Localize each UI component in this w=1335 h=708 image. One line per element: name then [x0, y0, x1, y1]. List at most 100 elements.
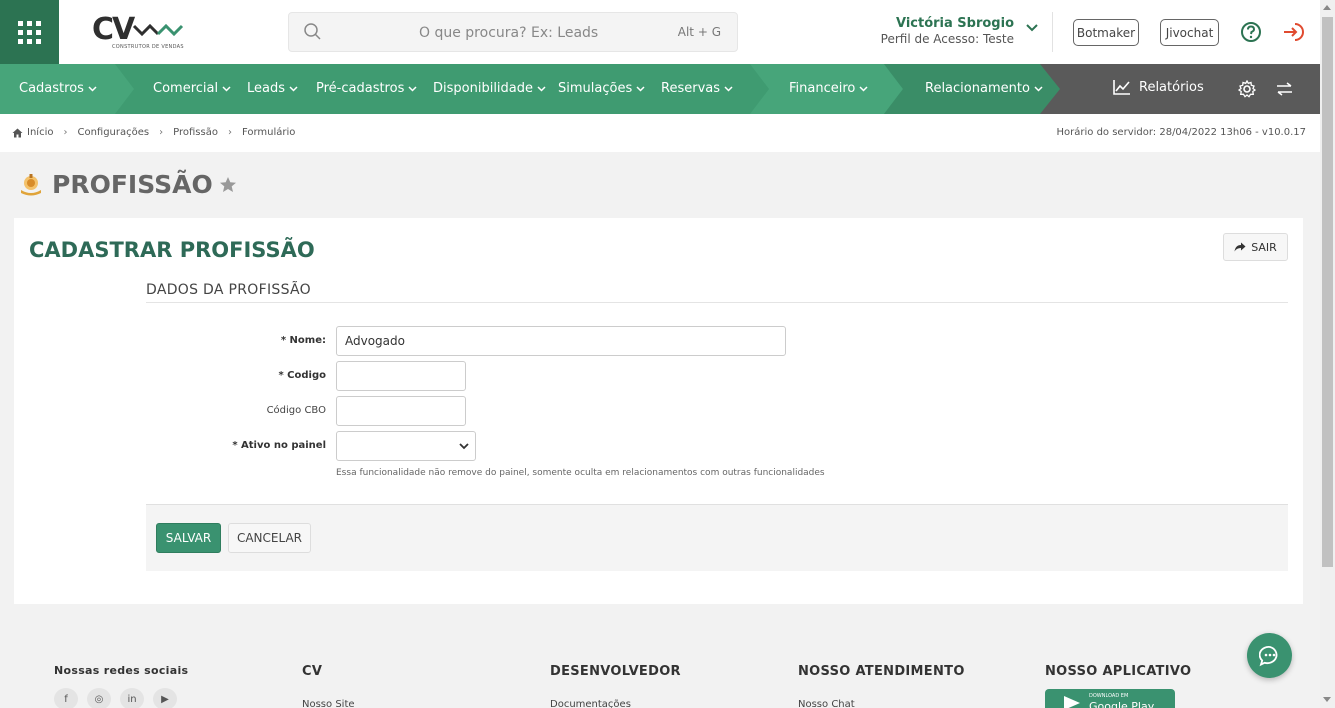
chevron-down-icon [289, 85, 298, 92]
header-divider [1052, 12, 1053, 52]
facebook-icon[interactable]: f [54, 688, 78, 708]
save-button[interactable]: SALVAR [156, 523, 221, 553]
user-name: Victória Sbrogio [895, 16, 1014, 31]
chevron-down-icon [459, 443, 469, 450]
swap-icon[interactable] [1276, 82, 1293, 96]
chevron-down-icon [222, 85, 231, 92]
chevron-down-icon [636, 85, 645, 92]
footer-social-title: Nossas redes sociais [54, 664, 189, 677]
footer-social: Nossas redes sociais [54, 664, 188, 677]
footer-support-title: NOSSO ATENDIMENTO [798, 664, 965, 679]
breadcrumb-item-profissao[interactable]: Profissão [173, 127, 218, 138]
scroll-thumb[interactable] [1322, 17, 1333, 567]
youtube-icon[interactable]: ▶ [153, 688, 177, 708]
name-label: * Nome: [280, 335, 326, 346]
footer-link-chat[interactable]: Nosso Chat [798, 699, 855, 708]
instagram-icon[interactable]: ◎ [87, 688, 111, 708]
chevron-down-icon [859, 85, 868, 92]
server-time: Horário do servidor: 28/04/2022 13h06 - … [1056, 127, 1306, 138]
cbo-input[interactable] [336, 396, 466, 426]
logo-subtitle: CONSTRUTOR DE VENDAS [112, 44, 184, 50]
footer-dev: DESENVOLVEDOR Documentações [550, 664, 681, 708]
name-input[interactable] [336, 326, 786, 356]
footer-app-title: NOSSO APLICATIVO [1045, 664, 1192, 679]
chart-line-icon [1113, 80, 1130, 95]
footer-dev-title: DESENVOLVEDOR [550, 664, 681, 679]
scrollbar[interactable] [1320, 0, 1335, 708]
cancel-button[interactable]: CANCELAR [228, 523, 311, 553]
nav-item-financeiro[interactable]: Financeiro [789, 81, 868, 96]
logo[interactable]: CV CONSTRUTOR DE VENDAS [92, 12, 187, 54]
search-shortcut: Alt + G [677, 25, 721, 39]
nav-item-comercial[interactable]: Comercial [153, 81, 231, 96]
exit-button[interactable]: SAIR [1223, 233, 1288, 261]
google-play-text: Google Play [1089, 700, 1155, 708]
linkedin-icon[interactable]: in [120, 688, 144, 708]
star-icon[interactable] [219, 176, 237, 194]
card-title: CADASTRAR PROFISSÃO [29, 238, 315, 262]
logout-icon[interactable] [1282, 21, 1304, 43]
page-title: PROFISSÃO [18, 170, 237, 199]
apps-menu-button[interactable] [0, 0, 59, 64]
section-divider [146, 302, 1288, 303]
breadcrumb-item-formulario: Formulário [241, 127, 296, 138]
chevron-down-icon [1026, 24, 1038, 32]
footer-link-site[interactable]: Nosso Site [302, 699, 355, 708]
chevron-down-icon [724, 85, 733, 92]
user-menu[interactable]: Victória Sbrogio Perfil de Acesso: Teste [860, 16, 1040, 46]
breadcrumb-item-inicio[interactable]: Início [27, 127, 53, 138]
google-play-small-text: DOWNLOAD EM [1089, 693, 1129, 699]
breadcrumb: Início › Configurações › Profissão › For… [12, 127, 295, 138]
nav-item-cadastros[interactable]: Cadastros [19, 81, 97, 96]
footer-app: NOSSO APLICATIVO [1045, 664, 1191, 679]
scroll-down-arrow-icon[interactable] [1323, 697, 1331, 702]
footer-cv: CV Nosso Site [302, 664, 355, 708]
code-input[interactable] [336, 361, 466, 391]
helper-text: Essa funcionalidade não remove do painel… [336, 468, 825, 478]
breadcrumb-item-configuracoes[interactable]: Configurações [77, 127, 149, 138]
breadcrumb-separator: › [159, 127, 164, 138]
top-header: CV CONSTRUTOR DE VENDAS Alt + G Victória… [0, 0, 1320, 64]
footer-cv-title: CV [302, 664, 323, 679]
chevron-down-icon [1034, 85, 1043, 92]
section-title: DADOS DA PROFISSÃO [146, 282, 311, 298]
chat-bubble-icon [1258, 645, 1277, 666]
breadcrumb-bar: Início › Configurações › Profissão › For… [0, 114, 1320, 152]
nav-item-simulacoes[interactable]: Simulações [558, 81, 645, 96]
search-icon [304, 23, 321, 40]
nav-item-disponibilidade[interactable]: Disponibilidade [433, 81, 546, 96]
profession-icon [21, 173, 41, 195]
nav-item-reservas[interactable]: Reservas [661, 81, 733, 96]
search-input[interactable] [419, 23, 639, 43]
play-store-icon [1064, 696, 1080, 708]
share-arrow-icon [1234, 242, 1246, 252]
help-icon[interactable] [1240, 21, 1262, 43]
nav-item-leads[interactable]: Leads [247, 81, 298, 96]
nav-item-pre-cadastros[interactable]: Pré-cadastros [316, 81, 417, 96]
nav-item-relacionamento[interactable]: Relacionamento [925, 81, 1043, 96]
cbo-label: Código CBO [266, 405, 326, 416]
scroll-up-arrow-icon[interactable] [1323, 5, 1331, 10]
chat-button[interactable] [1247, 633, 1292, 678]
gear-icon[interactable] [1238, 80, 1256, 98]
active-select[interactable] [336, 431, 476, 461]
form-card: CADASTRAR PROFISSÃO SAIR DADOS DA PROFIS… [14, 218, 1303, 604]
nav-item-relatorios[interactable]: Relatórios [1113, 79, 1204, 95]
breadcrumb-separator: › [227, 127, 232, 138]
logo-wave-icon [132, 23, 184, 37]
form-actions: SALVAR CANCELAR [146, 504, 1288, 571]
footer-link-docs[interactable]: Documentações [550, 699, 631, 708]
jivochat-button[interactable]: Jivochat [1160, 19, 1219, 46]
home-icon [12, 128, 23, 137]
active-label: * Ativo no painel [232, 440, 326, 451]
logo-text: CV [92, 12, 135, 47]
chevron-down-icon [408, 85, 417, 92]
page-title-text: PROFISSÃO [52, 170, 213, 199]
google-play-button[interactable]: DOWNLOAD EM Google Play [1045, 689, 1175, 708]
main-nav: Cadastros Comercial Leads Pré-cadastros … [0, 64, 1320, 114]
search-box[interactable]: Alt + G [288, 12, 738, 52]
grid-icon [18, 20, 41, 44]
chevron-down-icon [88, 85, 97, 92]
breadcrumb-separator: › [63, 127, 68, 138]
botmaker-button[interactable]: Botmaker [1073, 19, 1139, 46]
